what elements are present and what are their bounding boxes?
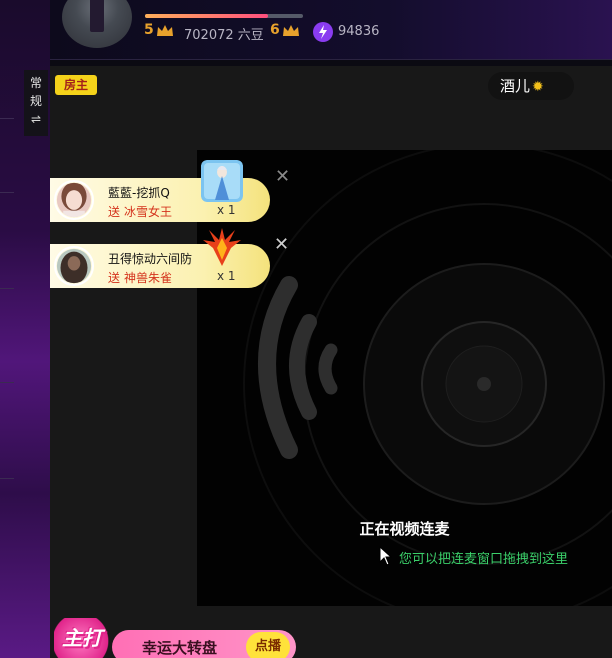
- gift-notice: 丑得惊动六间防 送神兽朱雀 x 1: [50, 228, 270, 288]
- gift-sender-name: 丑得惊动六间防: [108, 252, 193, 266]
- anchor-avatar[interactable]: [62, 0, 132, 48]
- mode-label-line1: 常: [29, 76, 42, 90]
- sun-icon: ✹: [532, 79, 544, 95]
- divider: [0, 118, 14, 119]
- gift-verb: 送: [108, 271, 121, 285]
- close-icon[interactable]: ✕: [275, 166, 290, 187]
- ice-queen-gift-icon: [201, 160, 243, 202]
- promo-title: 幸运大转盘: [142, 639, 218, 657]
- mode-label-line2: 规: [29, 94, 42, 108]
- host-name-pill[interactable]: 酒儿 ✹: [488, 72, 574, 100]
- divider: [0, 192, 14, 193]
- gift-verb: 送: [108, 205, 121, 219]
- mode-switch-tab[interactable]: 常 规 ⇌: [24, 70, 48, 136]
- lucky-wheel-promo[interactable]: 幸运大转盘 点播: [112, 630, 296, 658]
- gift-description: 送神兽朱雀: [108, 269, 172, 286]
- gift-name: 神兽朱雀: [124, 271, 173, 285]
- promo-tag: 主打: [54, 618, 120, 658]
- gift-name: 冰雪女王: [124, 205, 173, 219]
- gift-notice: 藍藍-挖抓Q 送冰雪女王 x 1: [50, 160, 270, 222]
- crown-icon: [283, 25, 299, 36]
- host-name: 酒儿: [500, 77, 531, 95]
- gift-count: x 1: [217, 203, 236, 217]
- lightning-icon: [313, 22, 333, 42]
- drag-hint-text: 您可以把连麦窗口拖拽到这里: [399, 552, 569, 567]
- phoenix-gift-icon: [203, 228, 241, 266]
- divider: [0, 382, 14, 383]
- next-level: 6: [270, 22, 280, 38]
- sender-avatar[interactable]: [54, 246, 94, 286]
- close-icon[interactable]: ✕: [274, 234, 289, 255]
- owner-badge: 房主: [55, 75, 97, 95]
- level-progress-fill: [145, 14, 269, 18]
- points-balance: 94836: [338, 24, 380, 39]
- current-level: 5: [144, 22, 154, 38]
- switch-icon: ⇌: [30, 112, 42, 126]
- beans-balance: 702072 六豆: [184, 28, 264, 43]
- level-progress-bar: [145, 14, 303, 18]
- promo-play-button[interactable]: 点播: [246, 632, 290, 658]
- cursor-icon: [379, 546, 393, 566]
- gift-sender-name: 藍藍-挖抓Q: [108, 186, 170, 200]
- divider: [0, 478, 14, 479]
- sender-avatar[interactable]: [54, 180, 94, 220]
- avatar-figure: [90, 0, 104, 32]
- gift-description: 送冰雪女王: [108, 203, 172, 220]
- anchor-header: 5 702072 六豆 6 94836: [50, 0, 612, 60]
- gift-count: x 1: [217, 269, 236, 283]
- divider: [0, 288, 14, 289]
- crown-icon: [157, 25, 173, 36]
- link-status-title: 正在视频连麦: [359, 520, 450, 538]
